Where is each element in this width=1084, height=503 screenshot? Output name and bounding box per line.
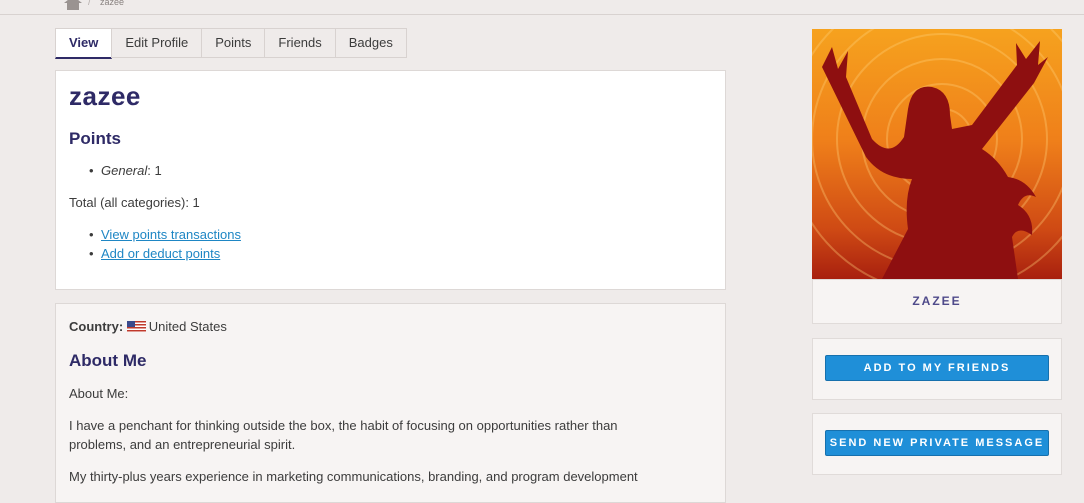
page-title: zazee — [69, 81, 141, 111]
points-total: Total (all categories): 1 — [69, 195, 200, 210]
add-to-friends-button[interactable]: ADD TO MY FRIENDS — [825, 355, 1049, 381]
about-intro: About Me: — [69, 386, 129, 401]
points-links: View points transactions Add or deduct p… — [89, 225, 241, 263]
list-item: Add or deduct points — [89, 244, 241, 263]
country-label: Country: — [69, 319, 124, 334]
send-private-message-button[interactable]: SEND NEW PRIVATE MESSAGE — [825, 430, 1049, 456]
points-heading: Points — [69, 129, 121, 148]
profile-tabs: View Edit Profile Points Friends Badges — [55, 28, 407, 59]
add-deduct-points-link[interactable]: Add or deduct points — [101, 246, 220, 261]
breadcrumb: / zazee — [0, 0, 1084, 15]
profile-display-name: ZAZEE — [812, 279, 1062, 324]
home-icon[interactable] — [64, 0, 82, 10]
us-flag-icon — [126, 321, 146, 332]
tab-edit-profile[interactable]: Edit Profile — [111, 28, 203, 58]
profile-picture — [812, 29, 1062, 279]
about-paragraph-2-line-1: My thirty-plus years experience in marke… — [69, 469, 638, 484]
avatar — [812, 29, 1062, 279]
about-heading: About Me — [69, 351, 147, 370]
points-category-list: General: 1 — [89, 161, 162, 180]
about-card: Country: United States About Me About Me… — [55, 303, 726, 503]
tab-friends[interactable]: Friends — [264, 28, 336, 58]
country-value: United States — [148, 319, 227, 334]
view-points-transactions-link[interactable]: View points transactions — [101, 227, 241, 242]
breadcrumb-current: zazee — [100, 0, 125, 7]
list-item: General: 1 — [89, 161, 162, 180]
add-friend-box: ADD TO MY FRIENDS — [812, 338, 1062, 400]
tab-view[interactable]: View — [55, 28, 113, 59]
private-message-box: SEND NEW PRIVATE MESSAGE — [812, 413, 1062, 475]
category-label: General — [101, 163, 148, 178]
tab-badges[interactable]: Badges — [334, 28, 407, 58]
points-card: zazee Points General: 1 Total (all categ… — [55, 70, 726, 290]
about-paragraph-1-line-1: I have a penchant for thinking outside t… — [69, 418, 618, 433]
list-item: View points transactions — [89, 225, 241, 244]
category-value: : 1 — [147, 163, 162, 178]
about-paragraph-1-line-2: problems, and an entrepreneurial spirit. — [69, 437, 296, 452]
tab-points[interactable]: Points — [201, 28, 266, 58]
country-row: Country: United States — [69, 317, 227, 336]
breadcrumb-separator: / — [88, 0, 91, 8]
